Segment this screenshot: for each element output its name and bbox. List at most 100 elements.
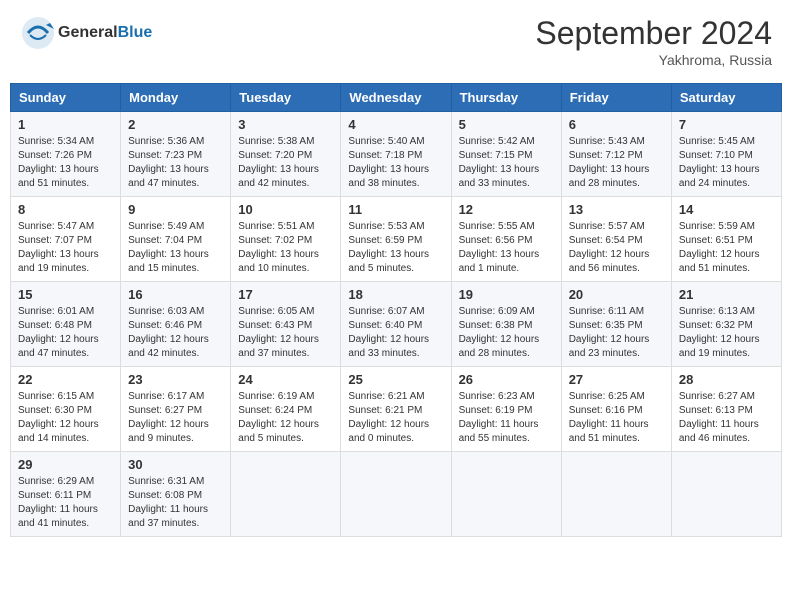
calendar-header-row: SundayMondayTuesdayWednesdayThursdayFrid… [11,84,782,112]
cell-content: Sunrise: 5:42 AM Sunset: 7:15 PM Dayligh… [459,135,554,191]
calendar-cell: 20 Sunrise: 6:11 AM Sunset: 6:35 PM Dayl… [561,282,671,367]
day-number: 14 [679,202,774,217]
weekday-header-tuesday: Tuesday [231,84,341,112]
calendar-cell: 11 Sunrise: 5:53 AM Sunset: 6:59 PM Dayl… [341,197,451,282]
calendar-week-row: 8 Sunrise: 5:47 AM Sunset: 7:07 PM Dayli… [11,197,782,282]
calendar-cell: 6 Sunrise: 5:43 AM Sunset: 7:12 PM Dayli… [561,112,671,197]
calendar-cell: 3 Sunrise: 5:38 AM Sunset: 7:20 PM Dayli… [231,112,341,197]
cell-content: Sunrise: 5:53 AM Sunset: 6:59 PM Dayligh… [348,220,443,276]
day-number: 1 [18,117,113,132]
day-number: 6 [569,117,664,132]
calendar-cell: 5 Sunrise: 5:42 AM Sunset: 7:15 PM Dayli… [451,112,561,197]
calendar-cell: 27 Sunrise: 6:25 AM Sunset: 6:16 PM Dayl… [561,367,671,452]
calendar-cell: 17 Sunrise: 6:05 AM Sunset: 6:43 PM Dayl… [231,282,341,367]
day-number: 22 [18,372,113,387]
day-number: 28 [679,372,774,387]
day-number: 25 [348,372,443,387]
calendar-cell [341,452,451,537]
cell-content: Sunrise: 5:45 AM Sunset: 7:10 PM Dayligh… [679,135,774,191]
cell-content: Sunrise: 6:21 AM Sunset: 6:21 PM Dayligh… [348,390,443,446]
day-number: 10 [238,202,333,217]
day-number: 9 [128,202,223,217]
cell-content: Sunrise: 6:11 AM Sunset: 6:35 PM Dayligh… [569,305,664,361]
cell-content: Sunrise: 5:57 AM Sunset: 6:54 PM Dayligh… [569,220,664,276]
day-number: 24 [238,372,333,387]
day-number: 3 [238,117,333,132]
cell-content: Sunrise: 6:25 AM Sunset: 6:16 PM Dayligh… [569,390,664,446]
title-block: September 2024 Yakhroma, Russia [535,15,772,68]
day-number: 19 [459,287,554,302]
calendar-cell: 21 Sunrise: 6:13 AM Sunset: 6:32 PM Dayl… [671,282,781,367]
calendar-week-row: 15 Sunrise: 6:01 AM Sunset: 6:48 PM Dayl… [11,282,782,367]
calendar-cell: 7 Sunrise: 5:45 AM Sunset: 7:10 PM Dayli… [671,112,781,197]
cell-content: Sunrise: 5:38 AM Sunset: 7:20 PM Dayligh… [238,135,333,191]
day-number: 8 [18,202,113,217]
day-number: 2 [128,117,223,132]
calendar-cell: 23 Sunrise: 6:17 AM Sunset: 6:27 PM Dayl… [121,367,231,452]
cell-content: Sunrise: 6:01 AM Sunset: 6:48 PM Dayligh… [18,305,113,361]
day-number: 23 [128,372,223,387]
cell-content: Sunrise: 6:05 AM Sunset: 6:43 PM Dayligh… [238,305,333,361]
calendar-cell: 28 Sunrise: 6:27 AM Sunset: 6:13 PM Dayl… [671,367,781,452]
cell-content: Sunrise: 6:15 AM Sunset: 6:30 PM Dayligh… [18,390,113,446]
cell-content: Sunrise: 6:29 AM Sunset: 6:11 PM Dayligh… [18,475,113,531]
cell-content: Sunrise: 6:23 AM Sunset: 6:19 PM Dayligh… [459,390,554,446]
cell-content: Sunrise: 6:19 AM Sunset: 6:24 PM Dayligh… [238,390,333,446]
day-number: 5 [459,117,554,132]
month-title: September 2024 [535,15,772,52]
calendar-cell: 12 Sunrise: 5:55 AM Sunset: 6:56 PM Dayl… [451,197,561,282]
cell-content: Sunrise: 6:09 AM Sunset: 6:38 PM Dayligh… [459,305,554,361]
day-number: 18 [348,287,443,302]
calendar-cell: 14 Sunrise: 5:59 AM Sunset: 6:51 PM Dayl… [671,197,781,282]
calendar-cell [451,452,561,537]
calendar-cell [561,452,671,537]
weekday-header-sunday: Sunday [11,84,121,112]
logo-blue: Blue [118,24,153,41]
calendar-cell: 22 Sunrise: 6:15 AM Sunset: 6:30 PM Dayl… [11,367,121,452]
cell-content: Sunrise: 5:40 AM Sunset: 7:18 PM Dayligh… [348,135,443,191]
cell-content: Sunrise: 6:13 AM Sunset: 6:32 PM Dayligh… [679,305,774,361]
page-header: GeneralBlue September 2024 Yakhroma, Rus… [10,10,782,73]
location: Yakhroma, Russia [535,52,772,68]
calendar-cell: 2 Sunrise: 5:36 AM Sunset: 7:23 PM Dayli… [121,112,231,197]
calendar-cell: 16 Sunrise: 6:03 AM Sunset: 6:46 PM Dayl… [121,282,231,367]
cell-content: Sunrise: 5:55 AM Sunset: 6:56 PM Dayligh… [459,220,554,276]
weekday-header-saturday: Saturday [671,84,781,112]
calendar-cell: 30 Sunrise: 6:31 AM Sunset: 6:08 PM Dayl… [121,452,231,537]
calendar-cell: 10 Sunrise: 5:51 AM Sunset: 7:02 PM Dayl… [231,197,341,282]
calendar-week-row: 22 Sunrise: 6:15 AM Sunset: 6:30 PM Dayl… [11,367,782,452]
cell-content: Sunrise: 5:59 AM Sunset: 6:51 PM Dayligh… [679,220,774,276]
weekday-header-friday: Friday [561,84,671,112]
calendar-cell: 26 Sunrise: 6:23 AM Sunset: 6:19 PM Dayl… [451,367,561,452]
weekday-header-thursday: Thursday [451,84,561,112]
cell-content: Sunrise: 5:49 AM Sunset: 7:04 PM Dayligh… [128,220,223,276]
cell-content: Sunrise: 5:47 AM Sunset: 7:07 PM Dayligh… [18,220,113,276]
logo: GeneralBlue [20,15,152,51]
calendar-week-row: 1 Sunrise: 5:34 AM Sunset: 7:26 PM Dayli… [11,112,782,197]
calendar-cell: 9 Sunrise: 5:49 AM Sunset: 7:04 PM Dayli… [121,197,231,282]
weekday-header-monday: Monday [121,84,231,112]
calendar-week-row: 29 Sunrise: 6:29 AM Sunset: 6:11 PM Dayl… [11,452,782,537]
cell-content: Sunrise: 6:27 AM Sunset: 6:13 PM Dayligh… [679,390,774,446]
cell-content: Sunrise: 5:36 AM Sunset: 7:23 PM Dayligh… [128,135,223,191]
calendar-cell [231,452,341,537]
cell-content: Sunrise: 5:43 AM Sunset: 7:12 PM Dayligh… [569,135,664,191]
cell-content: Sunrise: 6:31 AM Sunset: 6:08 PM Dayligh… [128,475,223,531]
day-number: 4 [348,117,443,132]
cell-content: Sunrise: 5:51 AM Sunset: 7:02 PM Dayligh… [238,220,333,276]
cell-content: Sunrise: 6:03 AM Sunset: 6:46 PM Dayligh… [128,305,223,361]
calendar-cell: 29 Sunrise: 6:29 AM Sunset: 6:11 PM Dayl… [11,452,121,537]
calendar-cell: 13 Sunrise: 5:57 AM Sunset: 6:54 PM Dayl… [561,197,671,282]
calendar-cell: 24 Sunrise: 6:19 AM Sunset: 6:24 PM Dayl… [231,367,341,452]
calendar-cell [671,452,781,537]
calendar-cell: 25 Sunrise: 6:21 AM Sunset: 6:21 PM Dayl… [341,367,451,452]
day-number: 21 [679,287,774,302]
calendar-cell: 4 Sunrise: 5:40 AM Sunset: 7:18 PM Dayli… [341,112,451,197]
day-number: 26 [459,372,554,387]
day-number: 30 [128,457,223,472]
day-number: 20 [569,287,664,302]
calendar-cell: 8 Sunrise: 5:47 AM Sunset: 7:07 PM Dayli… [11,197,121,282]
day-number: 27 [569,372,664,387]
cell-content: Sunrise: 5:34 AM Sunset: 7:26 PM Dayligh… [18,135,113,191]
day-number: 15 [18,287,113,302]
